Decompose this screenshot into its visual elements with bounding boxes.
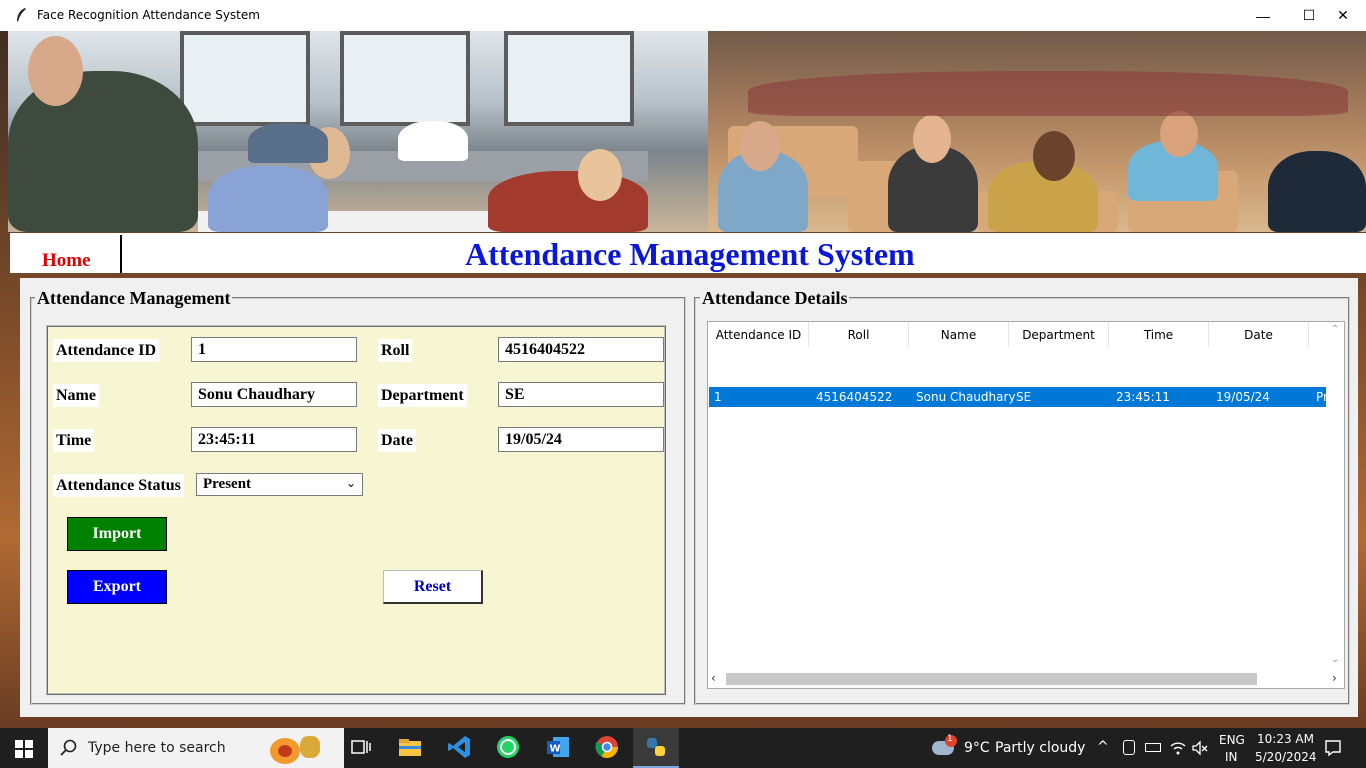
- scroll-left-icon[interactable]: ‹: [711, 671, 716, 685]
- weather-temperature[interactable]: 9°C: [964, 740, 990, 756]
- roll-input[interactable]: 4516404522: [498, 337, 664, 362]
- attendance-status-value: Present: [203, 476, 252, 492]
- chevron-up-icon[interactable]: ^: [1097, 739, 1109, 755]
- region-indicator[interactable]: IN: [1225, 750, 1238, 764]
- cell-roll: 4516404522: [816, 390, 893, 404]
- window-title: Face Recognition Attendance System: [37, 8, 260, 22]
- close-button[interactable]: ✕: [1320, 0, 1366, 31]
- search-highlight-illustration-icon: [266, 732, 324, 766]
- clock-date[interactable]: 5/20/2024: [1255, 750, 1317, 764]
- weather-icon[interactable]: 1: [932, 734, 958, 757]
- name-input[interactable]: Sonu Chaudhary: [191, 382, 357, 407]
- app-feather-icon: [17, 8, 26, 22]
- column-header-date[interactable]: Date: [1209, 322, 1309, 347]
- windows-start-icon[interactable]: [15, 740, 33, 758]
- search-icon: [60, 739, 77, 756]
- cell-name: Sonu Chaudhary: [916, 390, 1016, 404]
- department-input[interactable]: SE: [498, 382, 664, 407]
- time-label: Time: [53, 429, 95, 452]
- export-button[interactable]: Export: [67, 570, 167, 604]
- cell-status: Pr: [1316, 390, 1326, 404]
- cell-date: 19/05/24: [1216, 390, 1270, 404]
- chrome-icon[interactable]: [594, 734, 620, 760]
- task-view-icon[interactable]: [348, 734, 374, 760]
- scroll-up-icon[interactable]: ⌃: [1331, 324, 1339, 335]
- language-indicator[interactable]: ENG: [1219, 733, 1245, 747]
- attendance-details-title: Attendance Details: [700, 288, 850, 309]
- python-icon[interactable]: [643, 734, 669, 760]
- date-label: Date: [378, 429, 416, 452]
- title-bar: Face Recognition Attendance System — ☐ ✕: [0, 0, 1366, 31]
- form-panel: [46, 325, 666, 695]
- attendance-table: [707, 321, 1345, 689]
- page-title: Attendance Management System: [465, 236, 915, 272]
- name-label: Name: [53, 384, 99, 407]
- column-header-time[interactable]: Time: [1109, 322, 1209, 347]
- banner-classroom-image-left: [8, 31, 708, 232]
- home-label[interactable]: Home: [42, 250, 91, 272]
- horizontal-scroll-thumb[interactable]: [726, 673, 1257, 685]
- attendance-id-input[interactable]: 1: [191, 337, 357, 362]
- weather-badge: 1: [947, 734, 953, 744]
- vertical-scrollbar[interactable]: ⌃ ⌄: [1327, 322, 1344, 671]
- vscode-icon[interactable]: [446, 734, 472, 760]
- column-header-attendance-id[interactable]: Attendance ID: [709, 322, 809, 347]
- camera-icon[interactable]: [1123, 740, 1135, 755]
- banner-classroom-image-right: [708, 31, 1366, 232]
- roll-label: Roll: [378, 339, 413, 362]
- scroll-right-icon[interactable]: ›: [1332, 671, 1337, 685]
- attendance-status-select[interactable]: Present ⌄: [196, 473, 363, 496]
- cell-department: SE: [1016, 390, 1032, 404]
- column-header-department[interactable]: Department: [1009, 322, 1109, 347]
- weather-description[interactable]: Partly cloudy: [995, 740, 1085, 756]
- svg-text:W: W: [550, 744, 561, 755]
- attendance-management-title: Attendance Management: [35, 288, 233, 309]
- minimize-button[interactable]: —: [1240, 0, 1286, 31]
- file-explorer-icon[interactable]: [397, 734, 423, 760]
- column-header-roll[interactable]: Roll: [809, 322, 909, 347]
- time-input[interactable]: 23:45:11: [191, 427, 357, 452]
- chevron-down-icon[interactable]: ⌄: [346, 475, 356, 492]
- column-header-overflow: [1309, 322, 1326, 347]
- column-header-name[interactable]: Name: [909, 322, 1009, 347]
- department-label: Department: [378, 384, 467, 407]
- whatsapp-icon[interactable]: [495, 734, 521, 760]
- notification-icon[interactable]: [1324, 739, 1342, 757]
- attendance-id-label: Attendance ID: [53, 339, 159, 362]
- wifi-icon[interactable]: [1170, 740, 1186, 756]
- cell-id: 1: [714, 390, 722, 404]
- reset-button[interactable]: Reset: [383, 570, 483, 604]
- clock-time[interactable]: 10:23 AM: [1257, 732, 1314, 746]
- import-button[interactable]: Import: [67, 517, 167, 551]
- battery-icon[interactable]: [1145, 743, 1161, 752]
- cell-time: 23:45:11: [1116, 390, 1170, 404]
- date-input[interactable]: 19/05/24: [498, 427, 664, 452]
- attendance-status-label: Attendance Status: [53, 474, 184, 497]
- speaker-muted-icon[interactable]: [1192, 740, 1208, 756]
- word-icon[interactable]: W: [545, 734, 571, 760]
- scroll-down-icon[interactable]: ⌄: [1331, 654, 1339, 665]
- search-placeholder[interactable]: Type here to search: [88, 740, 226, 756]
